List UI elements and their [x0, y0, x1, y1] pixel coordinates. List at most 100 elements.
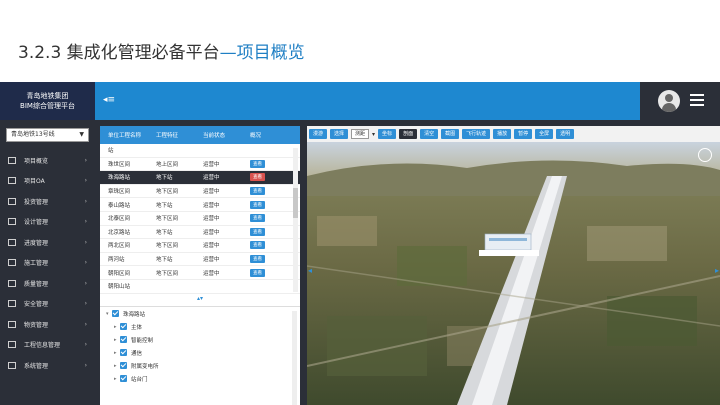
tool-button[interactable]: 播放: [493, 129, 512, 139]
sidebar-item[interactable]: 设计管理 ›: [0, 212, 95, 233]
table-row[interactable]: 泰山路站 地下站 运营中 查看: [100, 198, 300, 212]
cell-feature: 地下区间: [156, 189, 179, 196]
cell-name: 珠海路站: [108, 175, 131, 182]
view-button[interactable]: 查看: [250, 241, 265, 250]
tree-node[interactable]: ▸ 通信: [100, 346, 300, 359]
cell-overview: 查看: [242, 187, 282, 196]
checkbox-icon[interactable]: [112, 310, 119, 317]
logo-line2: BIM综合管理平台: [20, 102, 75, 110]
tool-button[interactable]: 清空: [420, 129, 439, 139]
tool-button[interactable]: 截图: [441, 129, 460, 139]
app-logo: 青岛地铁集团 BIM综合管理平台: [0, 82, 95, 120]
sidebar-item[interactable]: 系统管理 ›: [0, 355, 95, 376]
table-row[interactable]: 两河站 地下站 运营中 查看: [100, 253, 300, 267]
checkbox-icon[interactable]: [120, 323, 127, 330]
user-area: [640, 82, 720, 120]
tool-button[interactable]: 暂停: [514, 129, 533, 139]
table-row[interactable]: 朝阳山站: [100, 280, 300, 294]
top-bar: 青岛地铁集团 BIM综合管理平台 ◂≡: [0, 82, 720, 120]
view-button[interactable]: 查看: [250, 255, 265, 264]
sidebar-item-label: 物资管理: [24, 321, 49, 329]
view-button[interactable]: 查看: [250, 227, 265, 236]
3d-scene-viewer[interactable]: 漫游 选择 测距 ▾ 坐标 剖面 清空 截图 飞行轨迹 播放 暂停 全屏 透明 ◂ ▸: [307, 126, 720, 405]
tool-button[interactable]: 全屏: [535, 129, 554, 139]
cell-feature: 地下区间: [156, 216, 179, 223]
col-header-name[interactable]: 单位工程名称: [100, 131, 148, 139]
grid-scroll-thumb[interactable]: [293, 188, 298, 218]
tree-scrollbar[interactable]: [292, 311, 297, 405]
tree-node[interactable]: ▸ 智能控制: [100, 333, 300, 346]
table-row[interactable]: 两北区间 地下区间 运营中 查看: [100, 239, 300, 253]
view-button[interactable]: 查看: [250, 159, 265, 168]
checkbox-icon[interactable]: [120, 375, 127, 382]
col-header-overview[interactable]: 概况: [242, 131, 282, 139]
sidebar-item[interactable]: 质量管理 ›: [0, 273, 95, 294]
sidebar-item-label: 设计管理: [24, 219, 49, 227]
aerial-scene-image: [307, 126, 720, 405]
table-row[interactable]: 朝阳区间 地下区间 运营中 查看: [100, 266, 300, 280]
checkbox-icon[interactable]: [120, 362, 127, 369]
view-button[interactable]: 查看: [250, 214, 265, 223]
col-header-status[interactable]: 当前状态: [195, 131, 242, 139]
chevron-right-icon: ›: [84, 300, 87, 308]
app-window: 青岛地铁集团 BIM综合管理平台 ◂≡ 青岛地铁13号线 ▼ 项目概览 › 项目OA…: [0, 82, 720, 405]
table-row[interactable]: 站: [100, 144, 300, 158]
scene-right-arrow-icon[interactable]: ▸: [715, 266, 719, 275]
sidebar-item[interactable]: 安全管理 ›: [0, 294, 95, 315]
checkbox-icon[interactable]: [120, 336, 127, 343]
monitor-icon: [8, 156, 16, 164]
tool-button[interactable]: 飞行轨迹: [462, 129, 491, 139]
gear-icon: [8, 361, 16, 369]
sidebar-item[interactable]: 工程信息管理 ›: [0, 335, 95, 356]
tool-button[interactable]: 透明: [556, 129, 575, 139]
sidebar-item[interactable]: 进度管理 ›: [0, 232, 95, 253]
tree-node[interactable]: ▸ 主体: [100, 320, 300, 333]
chevron-right-icon: ›: [84, 238, 87, 246]
table-row[interactable]: 北泰区间 地下区间 运营中 查看: [100, 212, 300, 226]
tree-root[interactable]: ▾ 珠海路站: [100, 307, 300, 320]
cell-overview: 查看: [242, 268, 282, 277]
tool-roam-button[interactable]: 漫游: [309, 129, 328, 139]
avatar-icon[interactable]: [658, 90, 680, 112]
cell-overview: 查看: [242, 241, 282, 250]
chevron-down-icon[interactable]: ▾: [372, 131, 375, 138]
tool-button[interactable]: 剖面: [399, 129, 418, 139]
sidebar-item-label: 进度管理: [24, 239, 49, 247]
table-row[interactable]: 珠世区间 地上区间 运营中 查看: [100, 158, 300, 172]
tree-node-label: 附属变电所: [131, 363, 159, 370]
tree-root-label: 珠海路站: [123, 311, 146, 318]
table-row[interactable]: 章珠区间 地下区间 运营中 查看: [100, 185, 300, 199]
checkbox-icon[interactable]: [120, 349, 127, 356]
table-row[interactable]: 北京路站 地下站 运营中 查看: [100, 226, 300, 240]
sidebar-item[interactable]: 施工管理 ›: [0, 253, 95, 274]
chevron-right-icon: ›: [84, 320, 87, 328]
grid-scrollbar[interactable]: [293, 148, 298, 292]
slide-title: 3.2.3 集成化管理必备平台—项目概览: [18, 38, 305, 63]
scene-left-arrow-icon[interactable]: ◂: [308, 266, 312, 275]
cell-feature: 地下站: [156, 202, 173, 209]
chevron-right-icon: ›: [84, 259, 87, 267]
chevron-right-icon: ›: [84, 177, 87, 185]
tool-button[interactable]: 坐标: [378, 129, 397, 139]
tree-node[interactable]: ▸ 站台门: [100, 372, 300, 385]
sidebar-item[interactable]: 项目OA ›: [0, 171, 95, 192]
compass-icon[interactable]: [698, 148, 712, 162]
menu-toggle-button[interactable]: ◂≡: [103, 95, 115, 105]
cell-name: 珠世区间: [108, 161, 131, 168]
hamburger-menu-icon[interactable]: [690, 94, 704, 106]
collapse-toggle[interactable]: ▴▾: [100, 296, 300, 302]
sidebar-item[interactable]: 物资管理 ›: [0, 314, 95, 335]
measure-select[interactable]: 测距: [351, 129, 370, 139]
view-button[interactable]: 查看: [250, 268, 265, 277]
tool-select-button[interactable]: 选择: [330, 129, 349, 139]
line-select[interactable]: 青岛地铁13号线 ▼: [6, 128, 89, 142]
view-button[interactable]: 查看: [250, 187, 265, 196]
sidebar-item[interactable]: 投资管理 ›: [0, 191, 95, 212]
tree-node[interactable]: ▸ 附属变电所: [100, 359, 300, 372]
table-row[interactable]: 珠海路站 地下站 运营中 查看: [100, 171, 300, 185]
col-header-feature[interactable]: 工程特征: [148, 131, 195, 139]
sidebar-item[interactable]: 项目概览 ›: [0, 150, 95, 171]
flag-icon: [8, 238, 16, 246]
view-button[interactable]: 查看: [250, 173, 265, 182]
view-button[interactable]: 查看: [250, 200, 265, 209]
